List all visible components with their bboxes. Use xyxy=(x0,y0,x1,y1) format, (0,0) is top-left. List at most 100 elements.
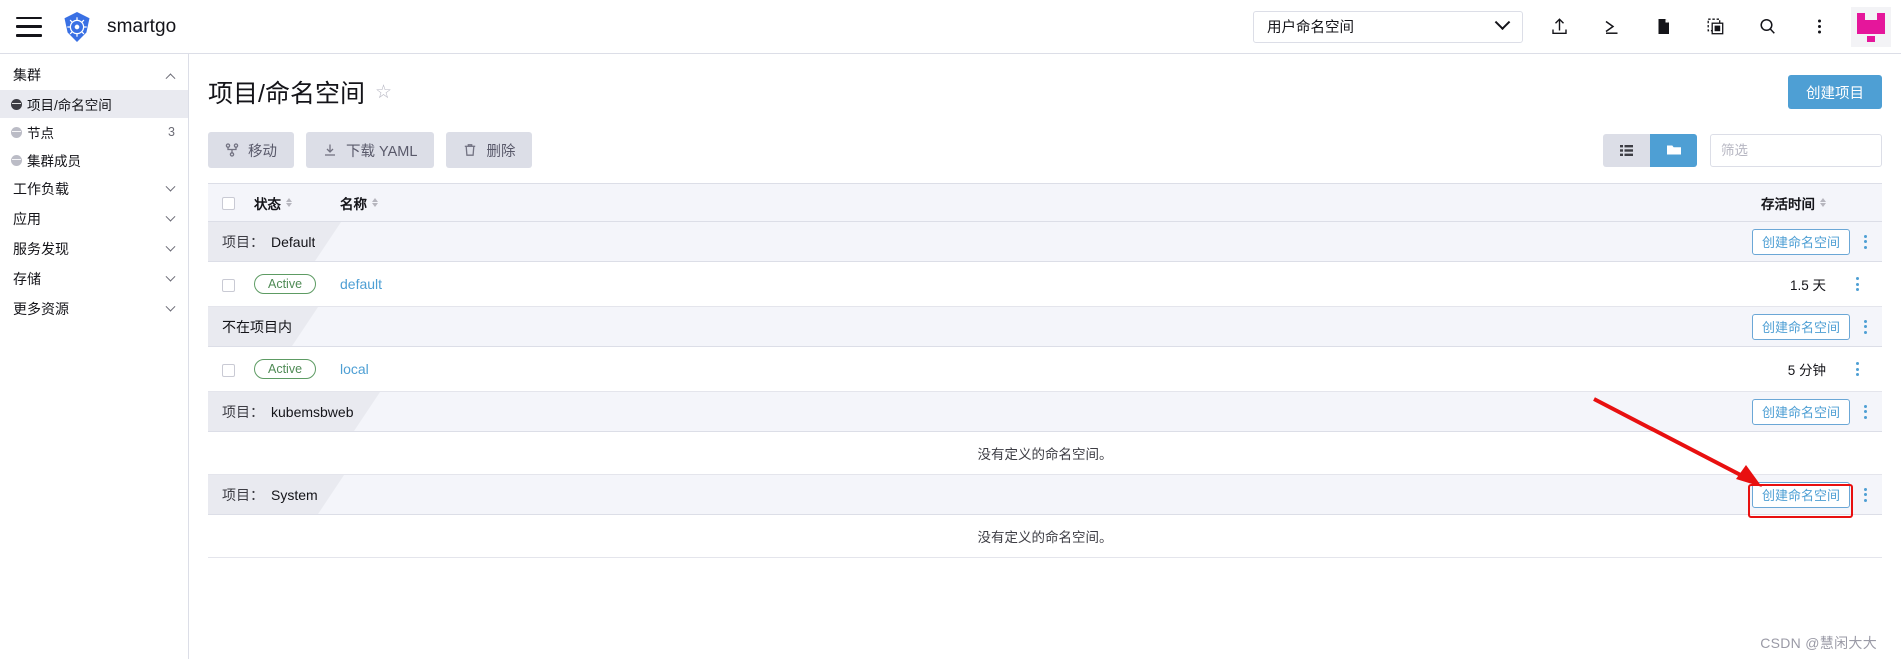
chevron-down-icon xyxy=(165,241,176,252)
group-prefix: 项目： xyxy=(222,233,264,250)
row-select-cell xyxy=(208,346,246,392)
create-namespace-button[interactable]: 创建命名空间 xyxy=(1751,313,1850,340)
column-header-state[interactable]: 状态 xyxy=(246,183,332,222)
group-name: 不在项目内 xyxy=(222,318,292,335)
sidebar-item-nodes[interactable]: 节点 3 xyxy=(0,118,188,146)
row-select-cell xyxy=(208,261,246,307)
group-name: Default xyxy=(271,233,316,250)
group-cell: 不在项目内 创建命名空间 xyxy=(208,306,1882,347)
sidebar-group-cluster[interactable]: 集群 xyxy=(0,60,188,90)
row-actions-cell xyxy=(1834,346,1882,392)
filter-input[interactable] xyxy=(1710,133,1882,167)
hamburger-icon[interactable] xyxy=(16,16,42,37)
sidebar-group-workloads[interactable]: 工作负载 xyxy=(0,174,188,204)
sidebar-group-service-discovery[interactable]: 服务发现 xyxy=(0,234,188,264)
group-actions-kebab-icon[interactable] xyxy=(1850,480,1880,510)
row-state-cell: Active xyxy=(246,346,332,392)
sidebar-group-label: 应用 xyxy=(13,211,41,227)
globe-icon xyxy=(11,98,22,110)
user-avatar-icon[interactable] xyxy=(1851,6,1891,47)
row-actions-kebab-icon[interactable] xyxy=(1842,269,1872,299)
select-all-checkbox[interactable] xyxy=(222,196,235,210)
row-actions-cell xyxy=(1834,261,1882,307)
namespace-link[interactable]: local xyxy=(340,361,369,377)
upload-icon[interactable] xyxy=(1533,0,1585,54)
sidebar-item-projects-namespaces[interactable]: 项目/命名空间 xyxy=(0,90,188,118)
group-row: 项目： System 创建命名空间 xyxy=(208,474,1882,515)
kubernetes-logo-icon xyxy=(60,10,94,44)
create-namespace-button[interactable]: 创建命名空间 xyxy=(1751,481,1850,508)
row-checkbox[interactable] xyxy=(222,278,235,292)
group-bar: 项目： kubemsbweb 创建命名空间 xyxy=(208,392,1882,431)
delete-button[interactable]: 删除 xyxy=(446,132,533,168)
namespace-filter-value: 用户命名空间 xyxy=(1267,20,1354,36)
table-row[interactable]: Active default 1.5 天 xyxy=(208,261,1882,307)
row-actions-kebab-icon[interactable] xyxy=(1842,354,1872,384)
table-body: 项目： Default 创建命名空间 Active default 1.5 天 … xyxy=(208,221,1882,558)
body: 集群 项目/命名空间 节点 3 集群成员 工作负载 应用 服务发现 存储 更多资… xyxy=(0,54,1901,659)
globe-icon xyxy=(11,154,22,166)
empty-state-message: 没有定义的命名空间。 xyxy=(208,514,1882,558)
namespace-filter-select[interactable]: 用户命名空间 xyxy=(1253,10,1523,43)
group-cell: 项目： Default 创建命名空间 xyxy=(208,221,1882,262)
status-badge: Active xyxy=(254,274,317,294)
shell-icon[interactable] xyxy=(1585,0,1637,54)
file-icon[interactable] xyxy=(1637,0,1689,54)
chevron-down-icon xyxy=(1494,14,1511,31)
group-tab: 不在项目内 xyxy=(208,307,318,346)
table-row[interactable]: Active local 5 分钟 xyxy=(208,346,1882,392)
kebab-menu-icon[interactable] xyxy=(1793,0,1845,54)
create-namespace-button[interactable]: 创建命名空间 xyxy=(1751,228,1850,255)
sidebar-group-label: 工作负载 xyxy=(13,181,69,197)
group-bar: 项目： Default 创建命名空间 xyxy=(208,222,1882,261)
sidebar-item-label: 节点 xyxy=(27,126,54,141)
sidebar-item-label: 项目/命名空间 xyxy=(27,98,112,113)
group-actions-kebab-icon[interactable] xyxy=(1850,227,1880,257)
column-header-age[interactable]: 存活时间 xyxy=(1716,183,1834,222)
sidebar-item-cluster-members[interactable]: 集群成员 xyxy=(0,146,188,174)
copy-icon[interactable] xyxy=(1689,0,1741,54)
folder-view-icon[interactable] xyxy=(1650,133,1697,167)
sidebar: 集群 项目/命名空间 节点 3 集群成员 工作负载 应用 服务发现 存储 更多资… xyxy=(0,54,189,659)
row-age-cell: 1.5 天 xyxy=(1716,261,1834,307)
move-button[interactable]: 移动 xyxy=(208,132,294,168)
chevron-up-icon xyxy=(165,72,176,83)
download-yaml-button[interactable]: 下载 YAML xyxy=(306,132,435,168)
sort-arrows-icon xyxy=(286,198,292,207)
group-prefix: 项目： xyxy=(222,403,264,420)
app-root: smartgo 用户命名空间 集群 项目/命名空间 节点 3 集群成员 工作负载… xyxy=(0,0,1901,659)
row-checkbox[interactable] xyxy=(222,363,235,377)
sidebar-group-label: 服务发现 xyxy=(13,241,69,257)
move-button-label: 移动 xyxy=(248,143,277,160)
group-actions-kebab-icon[interactable] xyxy=(1850,397,1880,427)
list-view-icon[interactable] xyxy=(1603,133,1650,167)
group-row: 项目： kubemsbweb 创建命名空间 xyxy=(208,391,1882,432)
star-outline-icon[interactable]: ☆ xyxy=(375,83,392,102)
create-namespace-button-highlighted[interactable]: 创建命名空间 xyxy=(1751,398,1850,425)
group-bar: 项目： System 创建命名空间 xyxy=(208,475,1882,514)
sidebar-group-label: 更多资源 xyxy=(13,301,69,317)
group-actions-kebab-icon[interactable] xyxy=(1850,312,1880,342)
brand-name: smartgo xyxy=(107,15,177,37)
column-header-name[interactable]: 名称 xyxy=(332,183,1716,222)
sidebar-group-more-resources[interactable]: 更多资源 xyxy=(0,294,188,324)
sidebar-group-storage[interactable]: 存储 xyxy=(0,264,188,294)
namespace-link[interactable]: default xyxy=(340,276,382,292)
download-icon xyxy=(323,143,337,157)
sort-arrows-icon xyxy=(1820,198,1826,207)
row-name-cell: default xyxy=(332,261,1716,307)
group-cell: 项目： kubemsbweb 创建命名空间 xyxy=(208,391,1882,432)
group-tab: 项目： Default xyxy=(208,222,342,261)
sidebar-group-apps[interactable]: 应用 xyxy=(0,204,188,234)
header-icon-bar xyxy=(1533,0,1845,54)
sidebar-group-label: 存储 xyxy=(13,271,41,287)
empty-state-row: 没有定义的命名空间。 xyxy=(208,431,1882,475)
row-age-cell: 5 分钟 xyxy=(1716,346,1834,392)
create-project-button[interactable]: 创建项目 xyxy=(1788,75,1882,109)
search-icon[interactable] xyxy=(1741,0,1793,54)
top-header: smartgo 用户命名空间 xyxy=(0,0,1901,54)
chevron-down-icon xyxy=(165,181,176,192)
group-tab: 项目： kubemsbweb xyxy=(208,392,379,431)
sidebar-item-label: 集群成员 xyxy=(27,154,81,169)
row-name-cell: local xyxy=(332,346,1716,392)
